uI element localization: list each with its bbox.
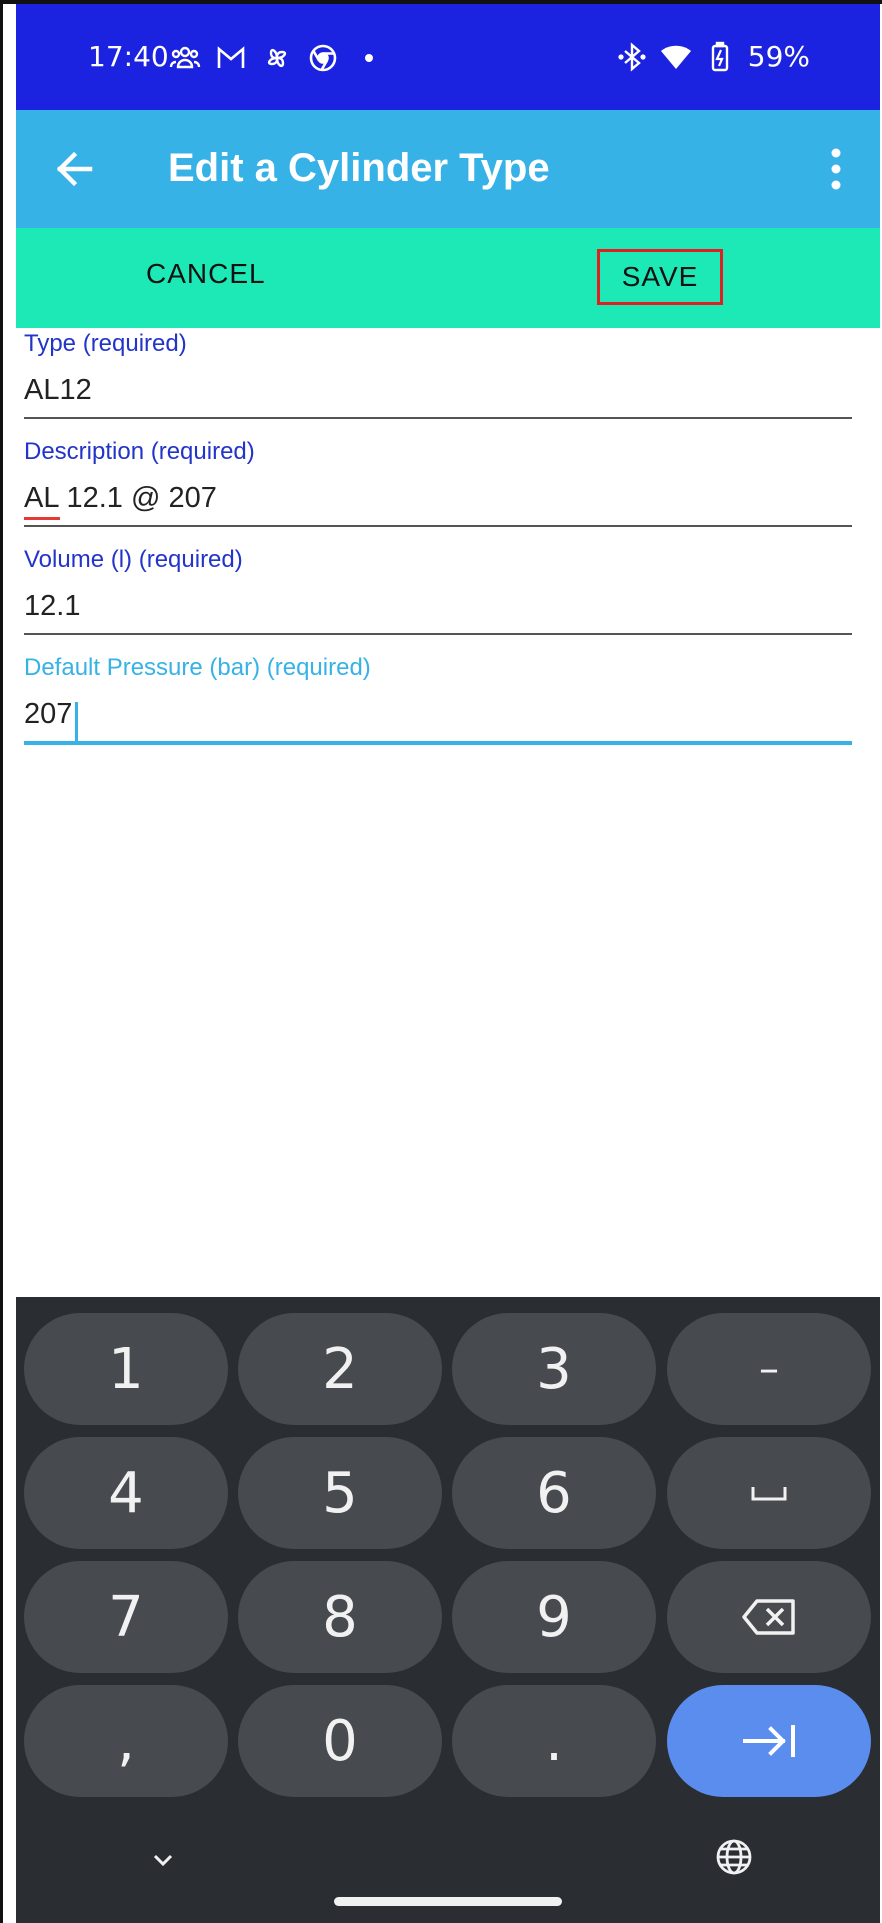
key-5[interactable]: 5 bbox=[238, 1437, 442, 1549]
pressure-field: Default Pressure (bar) (required) bbox=[24, 654, 868, 745]
pressure-label: Default Pressure (bar) (required) bbox=[24, 654, 371, 681]
bluetooth-icon bbox=[618, 41, 646, 72]
text-cursor bbox=[75, 702, 78, 742]
backspace-icon bbox=[742, 1599, 795, 1635]
dot-icon bbox=[365, 54, 373, 62]
description-label: Description (required) bbox=[24, 438, 255, 465]
globe-icon[interactable] bbox=[714, 1837, 754, 1877]
key-4[interactable]: 4 bbox=[24, 1437, 228, 1549]
action-bar: CANCEL SAVE bbox=[16, 228, 880, 328]
type-input[interactable] bbox=[24, 358, 852, 419]
home-indicator[interactable] bbox=[334, 1897, 562, 1906]
key-1[interactable]: 1 bbox=[24, 1313, 228, 1425]
spellcheck-underline bbox=[24, 517, 60, 520]
frame-border-left bbox=[0, 0, 3, 1923]
key-minus[interactable]: – bbox=[667, 1313, 871, 1425]
cancel-button[interactable]: CANCEL bbox=[146, 258, 266, 290]
key-next-field[interactable] bbox=[667, 1685, 871, 1797]
battery-percent: 59% bbox=[747, 40, 810, 73]
page-title: Edit a Cylinder Type bbox=[168, 146, 550, 190]
key-2[interactable]: 2 bbox=[238, 1313, 442, 1425]
description-field: Description (required) bbox=[24, 438, 868, 527]
type-label: Type (required) bbox=[24, 330, 187, 357]
volume-field: Volume (l) (required) bbox=[24, 546, 868, 635]
battery-charging-icon bbox=[711, 41, 728, 71]
chevron-down-icon[interactable] bbox=[148, 1845, 178, 1875]
more-vert-icon[interactable] bbox=[816, 144, 856, 194]
key-8[interactable]: 8 bbox=[238, 1561, 442, 1673]
key-space[interactable] bbox=[667, 1437, 871, 1549]
tab-arrow-icon bbox=[743, 1725, 795, 1757]
gmail-icon bbox=[217, 46, 245, 68]
description-input[interactable] bbox=[24, 466, 852, 527]
back-arrow-icon[interactable] bbox=[50, 144, 100, 194]
numeric-keyboard: 1 2 3 – 4 5 6 7 8 9 , 0 . bbox=[16, 1297, 880, 1923]
chrome-icon bbox=[309, 44, 337, 72]
status-notification-icons bbox=[169, 42, 385, 74]
status-bar: 17:40 59% bbox=[16, 4, 880, 110]
status-system-icons: 59% bbox=[616, 40, 810, 73]
wifi-icon bbox=[660, 45, 691, 69]
status-time: 17:40 bbox=[88, 40, 169, 73]
people-icon bbox=[169, 46, 201, 69]
volume-label: Volume (l) (required) bbox=[24, 546, 243, 573]
app-bar: Edit a Cylinder Type bbox=[16, 110, 880, 228]
key-period[interactable]: . bbox=[452, 1685, 656, 1797]
key-7[interactable]: 7 bbox=[24, 1561, 228, 1673]
phone-screen: 17:40 59% Edit a Cylinder Type CANCEL SA… bbox=[16, 4, 880, 1923]
key-3[interactable]: 3 bbox=[452, 1313, 656, 1425]
key-6[interactable]: 6 bbox=[452, 1437, 656, 1549]
key-comma[interactable]: , bbox=[24, 1685, 228, 1797]
save-button[interactable]: SAVE bbox=[597, 249, 723, 305]
pinwheel-icon bbox=[267, 48, 287, 68]
pressure-input[interactable] bbox=[24, 682, 852, 745]
type-field: Type (required) bbox=[24, 330, 868, 419]
volume-input[interactable] bbox=[24, 574, 852, 635]
key-0[interactable]: 0 bbox=[238, 1685, 442, 1797]
key-backspace[interactable] bbox=[667, 1561, 871, 1673]
space-icon bbox=[751, 1487, 787, 1501]
key-9[interactable]: 9 bbox=[452, 1561, 656, 1673]
